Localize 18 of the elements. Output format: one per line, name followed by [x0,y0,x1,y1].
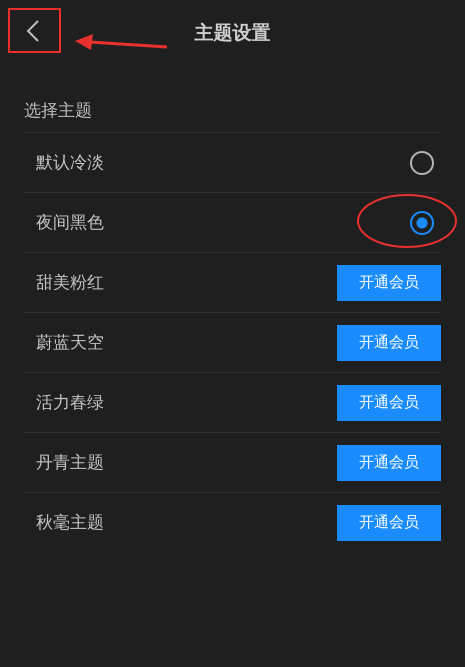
back-icon [26,19,40,43]
theme-label: 甜美粉红 [36,272,104,294]
membership-button[interactable]: 开通会员 [337,264,441,300]
theme-label: 夜间黑色 [36,212,104,234]
theme-label: 秋毫主题 [36,512,104,534]
membership-button[interactable]: 开通会员 [337,504,441,540]
theme-label: 蔚蓝天空 [36,332,104,354]
page-title: 主题设置 [194,20,270,46]
membership-button[interactable]: 开通会员 [337,384,441,420]
membership-button[interactable]: 开通会员 [337,324,441,360]
annotation-box [8,8,61,53]
theme-label: 活力春绿 [36,392,104,414]
section-label: 选择主题 [24,100,92,122]
theme-label: 默认冷淡 [36,152,104,174]
theme-label: 丹青主题 [36,452,104,474]
membership-button[interactable]: 开通会员 [337,444,441,480]
radio-button[interactable] [410,150,434,174]
radio-button[interactable] [410,210,434,234]
